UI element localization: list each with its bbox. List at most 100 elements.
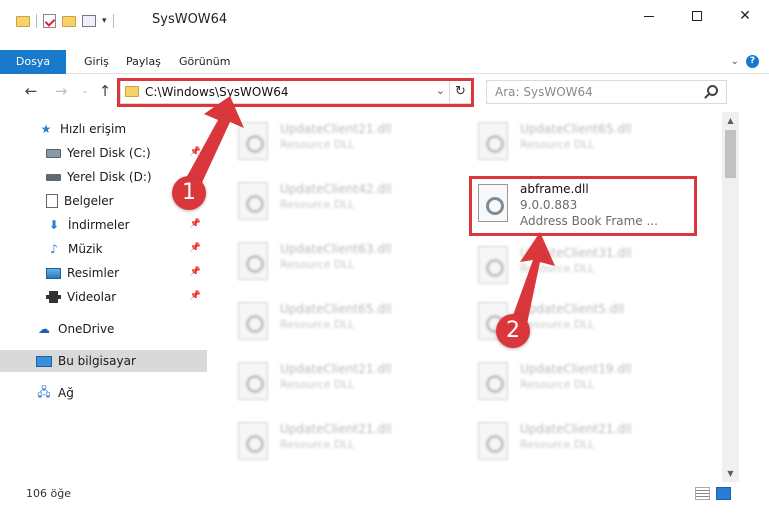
step-badge-2: 2 [496, 314, 530, 348]
back-button[interactable]: ← [22, 82, 40, 100]
dll-file-icon [238, 422, 268, 460]
file-type: Resource DLL [520, 138, 595, 151]
pin-icon[interactable]: 📌 [190, 219, 201, 229]
up-button[interactable]: ↑ [96, 82, 114, 100]
large-icons-view-icon[interactable] [716, 487, 731, 500]
file-highlight-box [469, 176, 697, 236]
file-item[interactable]: UpdateClient65.dll Resource DLL [470, 116, 700, 170]
window-title: SysWOW64 [152, 12, 228, 27]
sidebar-item-label: Yerel Disk (C:) [67, 146, 151, 160]
maximize-button[interactable] [673, 0, 721, 32]
scrollbar-thumb[interactable] [725, 130, 736, 178]
sidebar-item-downloads[interactable]: ⬇ İndirmeler 📌 [0, 214, 207, 236]
step-badge-1: 1 [172, 176, 206, 210]
pin-icon[interactable]: 📌 [190, 147, 201, 157]
file-item[interactable]: UpdateClient21.dll Resource DLL [230, 116, 460, 170]
details-view-icon[interactable] [695, 487, 710, 500]
sidebar-item-label: Resimler [67, 266, 120, 280]
sidebar-item-label: Ağ [58, 386, 74, 400]
tab-view[interactable]: Görünüm [167, 50, 242, 74]
music-icon: ♪ [50, 242, 58, 256]
pin-icon[interactable]: 📌 [190, 267, 201, 277]
file-type: Resource DLL [520, 318, 595, 331]
minimize-button[interactable] [625, 0, 673, 32]
forward-button[interactable]: → [52, 82, 70, 100]
file-name: UpdateClient21.dll [520, 422, 632, 436]
file-type: Resource DLL [280, 138, 355, 151]
pin-icon[interactable]: 📌 [190, 243, 201, 253]
hard-drive-icon [46, 173, 61, 181]
network-icon: 🖧 [37, 384, 51, 399]
pictures-icon [46, 267, 61, 279]
sidebar-item-videos[interactable]: Videolar 📌 [0, 286, 207, 308]
file-item[interactable]: UpdateClient21.dll Resource DLL [470, 416, 700, 470]
file-name: UpdateClient65.dll [520, 122, 632, 136]
dll-file-icon [238, 362, 268, 400]
file-type: Resource DLL [520, 378, 595, 391]
file-item[interactable]: UpdateClient31.dll Resource DLL [470, 240, 700, 294]
file-item[interactable]: UpdateClient42.dll Resource DLL [230, 176, 460, 230]
file-item[interactable]: UpdateClient21.dll Resource DLL [230, 416, 460, 470]
sidebar-item-label: Müzik [68, 242, 103, 256]
close-button[interactable]: ✕ [721, 0, 769, 32]
help-icon[interactable]: ? [746, 55, 759, 68]
file-type: Resource DLL [280, 438, 355, 451]
scroll-up-arrow-icon[interactable]: ▲ [722, 112, 739, 129]
sidebar-item-this-pc[interactable]: Bu bilgisayar [0, 350, 207, 372]
dll-file-icon [478, 362, 508, 400]
recent-locations-chevron-icon[interactable]: ⌄ [76, 82, 94, 100]
file-type: Resource DLL [280, 258, 355, 271]
file-name: UpdateClient42.dll [280, 182, 392, 196]
search-input[interactable]: Ara: SysWOW64 [495, 85, 593, 99]
sidebar-item-music[interactable]: ♪ Müzik 📌 [0, 238, 207, 260]
sidebar-item-label: Hızlı erişim [60, 122, 127, 136]
file-name: UpdateClient31.dll [520, 246, 632, 260]
properties-icon[interactable] [82, 15, 96, 27]
sidebar-item-onedrive[interactable]: ☁ OneDrive [0, 318, 207, 340]
scroll-down-arrow-icon[interactable]: ▼ [722, 465, 739, 482]
properties-check-icon[interactable] [43, 14, 56, 28]
minimize-icon [644, 15, 654, 17]
sidebar-item-quick-access[interactable]: ★ Hızlı erişim [0, 118, 207, 140]
navigation-pane: ★ Hızlı erişim Yerel Disk (C:) 📌 Yerel D… [0, 112, 207, 482]
file-item[interactable]: UpdateClient21.dll Resource DLL [230, 356, 460, 410]
search-box[interactable]: Ara: SysWOW64 [486, 80, 727, 104]
dll-file-icon [478, 422, 508, 460]
sidebar-item-pictures[interactable]: Resimler 📌 [0, 262, 207, 284]
file-item[interactable]: UpdateClient65.dll Resource DLL [230, 296, 460, 350]
star-icon: ★ [40, 122, 52, 136]
dll-file-icon [238, 122, 268, 160]
file-type: Resource DLL [280, 198, 355, 211]
toolbar-divider [36, 14, 37, 28]
window-controls: ✕ [625, 0, 769, 32]
sidebar-item-label: Videolar [67, 290, 117, 304]
dll-file-icon [238, 302, 268, 340]
sidebar-item-local-disk-c[interactable]: Yerel Disk (C:) 📌 [0, 142, 207, 164]
sidebar-item-label: İndirmeler [68, 218, 130, 232]
file-type: Resource DLL [520, 262, 595, 275]
file-item[interactable]: UpdateClient19.dll Resource DLL [470, 356, 700, 410]
search-icon[interactable] [707, 85, 718, 96]
sidebar-item-label: OneDrive [58, 322, 115, 336]
item-count: 106 öğe [26, 487, 71, 500]
vertical-scrollbar[interactable]: ▲ ▼ [722, 112, 739, 482]
expand-ribbon-chevron-icon[interactable]: ⌄ [731, 56, 739, 67]
tab-share[interactable]: Paylaş [114, 50, 173, 74]
sidebar-item-network[interactable]: 🖧 Ağ [0, 382, 207, 404]
tab-file[interactable]: Dosya [0, 50, 66, 74]
file-name: UpdateClient19.dll [520, 362, 632, 376]
computer-icon [36, 355, 52, 367]
file-name: UpdateClient63.dll [280, 242, 392, 256]
sidebar-item-label: Bu bilgisayar [58, 354, 136, 368]
file-item[interactable]: UpdateClient63.dll Resource DLL [230, 236, 460, 290]
sidebar-item-label: Belgeler [64, 194, 114, 208]
file-type: Resource DLL [520, 438, 595, 451]
pin-icon[interactable]: 📌 [190, 291, 201, 301]
customize-toolbar-chevron-icon[interactable]: ▾ [102, 16, 107, 26]
file-name: UpdateClient5.dll [520, 302, 624, 316]
new-folder-icon[interactable] [62, 15, 76, 27]
file-list: UpdateClient21.dll Resource DLL UpdateCl… [212, 112, 720, 482]
status-bar: 106 öğe [0, 484, 769, 504]
file-name: UpdateClient21.dll [280, 422, 392, 436]
download-icon: ⬇ [48, 218, 60, 232]
